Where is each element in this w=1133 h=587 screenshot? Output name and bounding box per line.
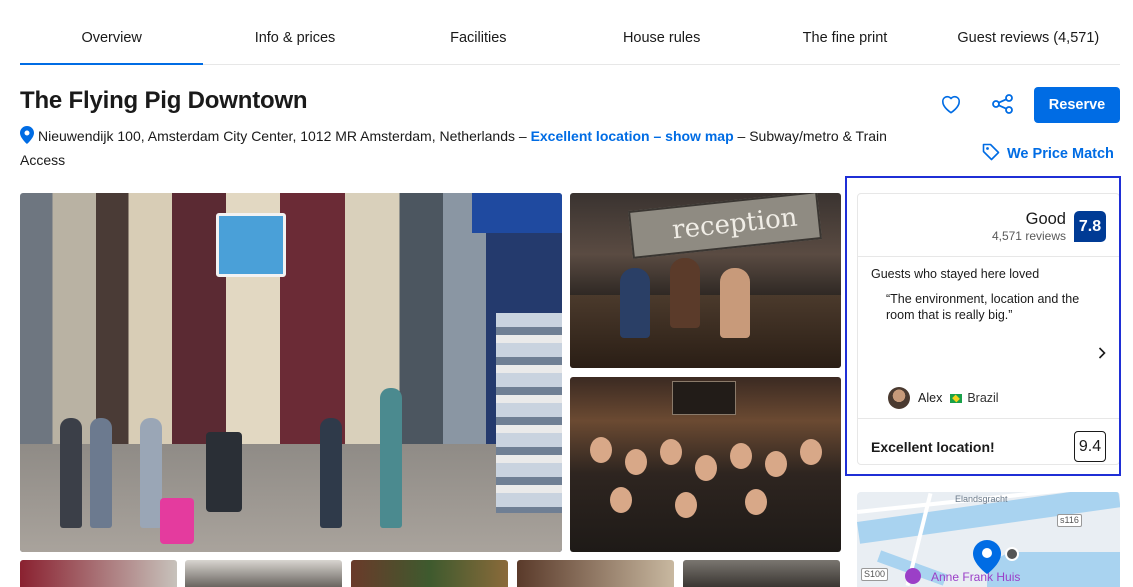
reviewer-info: Alex Brazil <box>888 387 999 409</box>
photo-pedestrian <box>380 388 402 528</box>
score-badge: 7.8 <box>1074 211 1106 242</box>
photo-pedestrian <box>320 418 342 528</box>
brazil-flag-icon <box>950 393 963 403</box>
price-tag-icon <box>982 143 1000 165</box>
map-preview[interactable]: Elandsgracht s116 S100 Anne Frank Huis <box>857 492 1120 587</box>
photo-thumbnail[interactable] <box>517 560 674 587</box>
photo-face <box>800 439 822 465</box>
reserve-button[interactable]: Reserve <box>1034 87 1120 123</box>
score-word: Good <box>1025 210 1066 228</box>
avatar <box>888 387 910 409</box>
guests-loved-title: Guests who stayed here loved <box>871 267 1040 281</box>
review-quote: “The environment, location and the room … <box>886 292 1080 322</box>
photo-face <box>765 451 787 477</box>
photo-face <box>590 437 612 463</box>
tab-fine-print[interactable]: The fine print <box>753 14 936 64</box>
chevron-right-icon[interactable] <box>1095 346 1109 360</box>
share-button[interactable] <box>988 91 1018 121</box>
photo-thumbnail[interactable] <box>20 560 177 587</box>
tab-house-rules[interactable]: House rules <box>570 14 753 64</box>
photo-guest <box>670 258 700 328</box>
tab-info-prices[interactable]: Info & prices <box>203 14 386 64</box>
photo-face <box>675 492 697 518</box>
show-map-link[interactable]: Excellent location – show map <box>531 128 734 144</box>
photo-face <box>695 455 717 481</box>
bar-crowd-photo[interactable] <box>570 377 841 552</box>
tab-guest-reviews[interactable]: Guest reviews (4,571) <box>937 14 1120 64</box>
map-street-name: Elandsgracht <box>955 494 1008 504</box>
share-icon <box>992 93 1014 119</box>
photo-street-bin <box>206 432 242 512</box>
review-score-header[interactable]: Good 4,571 reviews 7.8 <box>858 194 1119 257</box>
photo-pedestrian <box>60 418 82 528</box>
location-score-row[interactable]: Excellent location! 9.4 <box>858 418 1119 466</box>
photo-shoe-display <box>496 313 562 513</box>
map-road-label: S100 <box>861 568 889 581</box>
photo-pedestrian <box>90 418 112 528</box>
hotel-address: Nieuwendijk 100, Amsterdam City Center, … <box>38 128 527 144</box>
photo-guest <box>620 268 650 338</box>
photo-face <box>730 443 752 469</box>
photo-thumbnail[interactable] <box>351 560 508 587</box>
photo-shop-sign <box>472 193 562 233</box>
tab-facilities[interactable]: Facilities <box>387 14 570 64</box>
photo-bar-menu <box>672 381 736 415</box>
price-match-label: We Price Match <box>1007 146 1114 162</box>
hotel-street-photo[interactable] <box>20 193 562 552</box>
reception-photo[interactable]: reception <box>570 193 841 368</box>
reviewer-country: Brazil <box>950 391 999 405</box>
heart-icon <box>940 94 962 119</box>
photo-face <box>745 489 767 515</box>
review-score-panel: Good 4,571 reviews 7.8 Guests who stayed… <box>857 193 1120 465</box>
review-count: 4,571 reviews <box>991 229 1066 243</box>
tab-overview[interactable]: Overview <box>20 14 204 65</box>
map-poi-icon <box>905 568 921 584</box>
photo-hostel-sign <box>216 213 286 277</box>
photo-pedestrian <box>140 418 162 528</box>
photo-thumbnail[interactable] <box>185 560 342 587</box>
location-pin-icon <box>20 126 34 150</box>
photo-pink-suitcase <box>160 498 194 544</box>
hotel-name: The Flying Pig Downtown <box>20 87 308 114</box>
location-score-label: Excellent location! <box>871 439 995 455</box>
property-tabs: Overview Info & prices Facilities House … <box>20 14 1120 65</box>
save-favorite-button[interactable] <box>936 91 966 121</box>
location-score-badge: 9.4 <box>1074 431 1106 462</box>
reviewer-name: Alex <box>918 391 943 405</box>
photo-guest <box>720 268 750 338</box>
map-marker-icon <box>973 540 1001 579</box>
photo-counter <box>570 294 841 368</box>
photo-face <box>610 487 632 513</box>
map-transit-icon <box>1005 547 1019 561</box>
price-match-link[interactable]: We Price Match <box>982 143 1114 165</box>
photo-face <box>660 439 682 465</box>
reviewer-country-label: Brazil <box>967 391 999 405</box>
photo-face <box>625 449 647 475</box>
hotel-address-line: Nieuwendijk 100, Amsterdam City Center, … <box>20 126 925 171</box>
map-road-label: s116 <box>1057 514 1082 527</box>
photo-thumbnail[interactable] <box>683 560 840 587</box>
